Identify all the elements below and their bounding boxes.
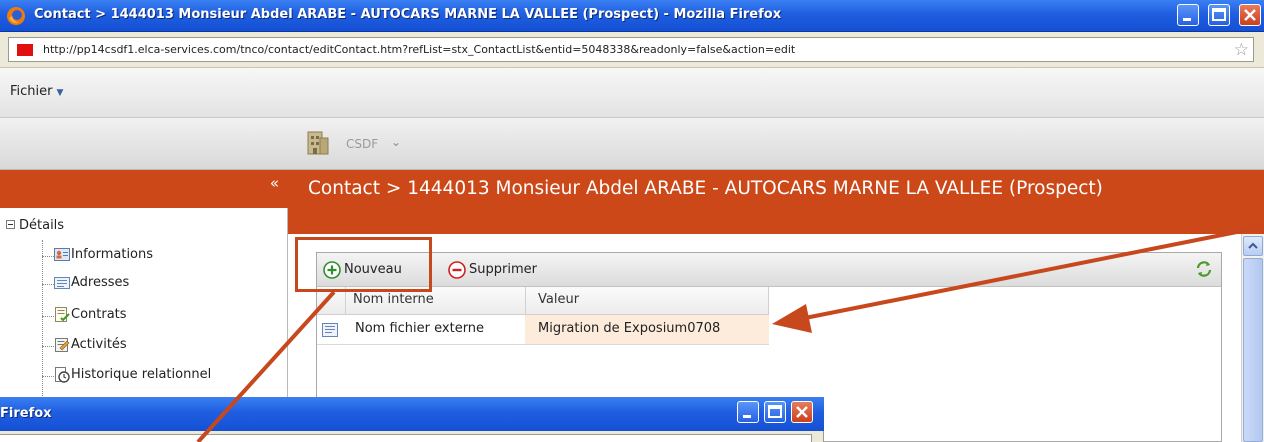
url-field[interactable]: http://pp14csdf1.elca-services.com/tnco/… — [8, 37, 1254, 62]
table-row[interactable]: Nom fichier externe Migration de Exposiu… — [317, 315, 769, 345]
activity-icon — [55, 338, 70, 352]
sidebar-item-label: Historique relationnel — [71, 367, 212, 382]
minimize-icon — [1183, 18, 1191, 21]
firefox-logo-icon — [7, 7, 25, 25]
close-icon — [796, 406, 808, 418]
remove-icon — [448, 261, 466, 279]
menu-fichier-label: Fichier — [10, 84, 53, 99]
url-text[interactable]: http://pp14csdf1.elca-services.com/tnco/… — [43, 43, 795, 56]
sidebar-header: « — [0, 170, 288, 208]
row-details-icon[interactable] — [322, 323, 338, 337]
dropdown-arrow-icon: ▼ — [56, 88, 64, 98]
close-button[interactable] — [791, 401, 813, 423]
second-window-url-field[interactable] — [0, 434, 812, 442]
sidebar-item-label: Contrats — [71, 307, 127, 322]
page-title: Contact > 1444013 Monsieur Abdel ARABE -… — [308, 178, 1103, 199]
second-window-title: Firefox — [0, 406, 52, 421]
chevron-down-icon[interactable]: ⌄ — [391, 135, 401, 149]
second-window-body — [0, 431, 824, 442]
refresh-icon[interactable] — [1195, 260, 1213, 278]
maximize-icon — [768, 405, 782, 418]
chevron-up-icon — [1248, 242, 1258, 249]
main-header: Contact > 1444013 Monsieur Abdel ARABE -… — [288, 170, 1264, 234]
vertical-scrollbar[interactable] — [1241, 234, 1264, 442]
cell-valeur[interactable]: Migration de Exposium0708 — [538, 321, 720, 336]
address-icon — [54, 277, 70, 289]
minimize-icon — [743, 415, 751, 418]
sidebar-item-label: Informations — [71, 247, 154, 262]
close-icon — [1244, 9, 1256, 21]
tree-root-details[interactable]: Détails — [6, 218, 64, 233]
column-header-nom-interne[interactable]: Nom interne — [353, 292, 434, 307]
minimize-button[interactable] — [737, 401, 759, 423]
callout-highlight-box — [295, 237, 432, 292]
cell-nom-interne: Nom fichier externe — [355, 321, 485, 336]
scroll-up-button[interactable] — [1243, 236, 1263, 256]
close-button[interactable] — [1239, 4, 1261, 26]
delete-button-label: Supprimer — [469, 262, 537, 277]
sidebar-item-label: Adresses — [71, 275, 130, 290]
bookmark-star-icon[interactable]: ☆ — [1234, 40, 1249, 60]
column-separator — [525, 287, 526, 315]
column-separator — [768, 287, 769, 315]
minimize-button[interactable] — [1177, 4, 1199, 26]
building-icon — [307, 131, 329, 155]
scroll-thumb[interactable] — [1243, 258, 1263, 442]
collapse-icon[interactable]: « — [270, 174, 279, 192]
contact-card-icon — [54, 248, 70, 261]
app-toolbar: CSDF ⌄ — [0, 118, 1264, 170]
column-header-valeur[interactable]: Valeur — [538, 292, 579, 307]
tree-root-label: Détails — [19, 218, 65, 233]
maximize-button[interactable] — [764, 401, 786, 423]
contract-icon — [55, 307, 70, 322]
site-favicon-icon — [17, 44, 33, 56]
maximize-icon — [1212, 8, 1226, 21]
history-icon — [55, 367, 70, 383]
window-title-bar[interactable]: Contact > 1444013 Monsieur Abdel ARABE -… — [0, 0, 1264, 32]
maximize-button[interactable] — [1208, 4, 1230, 26]
second-window-title-bar[interactable]: Firefox — [0, 397, 824, 431]
sidebar-item-label: Activités — [71, 337, 127, 352]
menu-bar: Fichier ▼ — [0, 68, 1264, 118]
navigation-bar: http://pp14csdf1.elca-services.com/tnco/… — [0, 32, 1264, 68]
window-title: Contact > 1444013 Monsieur Abdel ARABE -… — [34, 7, 782, 22]
delete-button[interactable]: Supprimer — [448, 260, 568, 282]
grid-toolbar: Nouveau Supprimer — [317, 253, 1221, 287]
csdf-menu-label[interactable]: CSDF — [346, 137, 378, 151]
tree-collapse-icon[interactable] — [6, 220, 15, 229]
menu-fichier[interactable]: Fichier ▼ — [10, 84, 63, 99]
